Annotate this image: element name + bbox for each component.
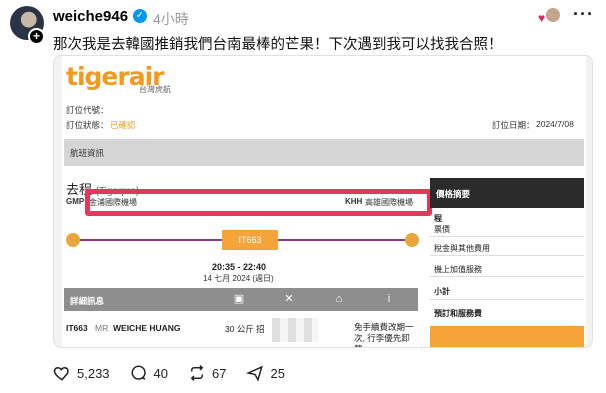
- side-total-bar: [430, 326, 584, 347]
- heart-outline-icon: [53, 366, 69, 381]
- share-count: 25: [270, 365, 285, 381]
- pax-baggage: 30 公斤 招: [225, 324, 265, 334]
- booking-date-value: 2024/7/08: [536, 119, 574, 129]
- side-item-subtotal: 小計: [434, 287, 450, 296]
- comment-icon: [131, 365, 146, 380]
- origin-code: GMP: [66, 197, 85, 206]
- details-bar: 詳細訊息 ▣ ✕ ⌂ i: [64, 288, 418, 311]
- flight-date: 14 七月 2024 (週日): [203, 274, 274, 283]
- side-item-fare: 票價: [434, 225, 450, 234]
- flight-info-bar: 航班資訊: [64, 139, 584, 166]
- side-item-tax: 稅金與其他費用: [434, 244, 490, 253]
- side-item-addon: 機上加值服務: [434, 265, 482, 274]
- side-item-trip: 程: [434, 214, 442, 223]
- flight-times: 20:35 - 22:40: [212, 262, 267, 272]
- repost-icon: [190, 364, 204, 382]
- tigerair-logo-sub: 台灣虎航: [139, 85, 171, 94]
- booking-status-label: 訂位狀態：: [66, 120, 109, 130]
- action-bar: 5,233 40 67 25: [53, 363, 305, 383]
- heart-icon: ♥: [538, 11, 546, 25]
- highlight-box: [85, 189, 432, 216]
- more-options-icon[interactable]: ···: [573, 4, 594, 25]
- info-icon: i: [387, 293, 391, 305]
- flight-number-badge: IT663: [222, 230, 278, 250]
- origin-dot: [66, 233, 80, 247]
- dest-dot: [405, 233, 419, 247]
- follow-plus-icon[interactable]: +: [28, 28, 45, 45]
- verified-badge-icon: ✓: [133, 9, 147, 23]
- side-divider: [430, 276, 584, 277]
- ticket-image: tigerair 台灣虎航 訂位代號： 訂位狀態： 已確認 訂位日期： 2024…: [62, 56, 586, 347]
- share-icon: [246, 365, 264, 382]
- price-summary-header: 價格摘要: [430, 178, 584, 208]
- share-button[interactable]: 25: [246, 364, 285, 382]
- pax-note-3: 載: [354, 343, 363, 347]
- pax-title: MR: [95, 323, 109, 333]
- repost-count: 67: [212, 365, 227, 381]
- activity-indicator[interactable]: ♥: [538, 7, 561, 25]
- seat-icon: ⌂: [335, 293, 343, 305]
- details-label: 詳細訊息: [70, 296, 105, 306]
- pax-name: WEICHE HUANG: [113, 323, 181, 333]
- booking-code-label: 訂位代號：: [66, 105, 109, 115]
- baggage-icon: ▣: [233, 293, 245, 305]
- flight-info-label: 航班資訊: [70, 148, 105, 158]
- meal-icon: ✕: [284, 293, 294, 305]
- comment-button[interactable]: 40: [130, 364, 168, 382]
- like-button[interactable]: 5,233: [53, 364, 110, 382]
- pax-flight: IT663: [66, 323, 88, 333]
- post-image[interactable]: tigerair 台灣虎航 訂位代號： 訂位狀態： 已確認 訂位日期： 2024…: [53, 55, 593, 348]
- price-summary-label: 價格摘要: [436, 189, 471, 199]
- comment-count: 40: [153, 365, 169, 381]
- side-divider: [430, 236, 584, 237]
- post-time[interactable]: 4小時: [153, 9, 189, 29]
- side-divider: [430, 255, 584, 256]
- booking-date-label: 訂位日期：: [492, 120, 535, 130]
- repost-button[interactable]: 67: [188, 364, 226, 382]
- booking-status-value: 已確認: [110, 120, 136, 130]
- side-divider: [430, 299, 584, 300]
- username[interactable]: weiche946: [53, 8, 128, 25]
- post-text: 那次我是去韓國推銷我們台南最棒的芒果！下次遇到我可以找我合照！: [53, 37, 503, 53]
- pixelated-area: [272, 318, 318, 342]
- like-count: 5,233: [77, 365, 110, 381]
- liker-avatar: [545, 7, 561, 23]
- side-item-fees: 預訂和服務費: [434, 309, 482, 318]
